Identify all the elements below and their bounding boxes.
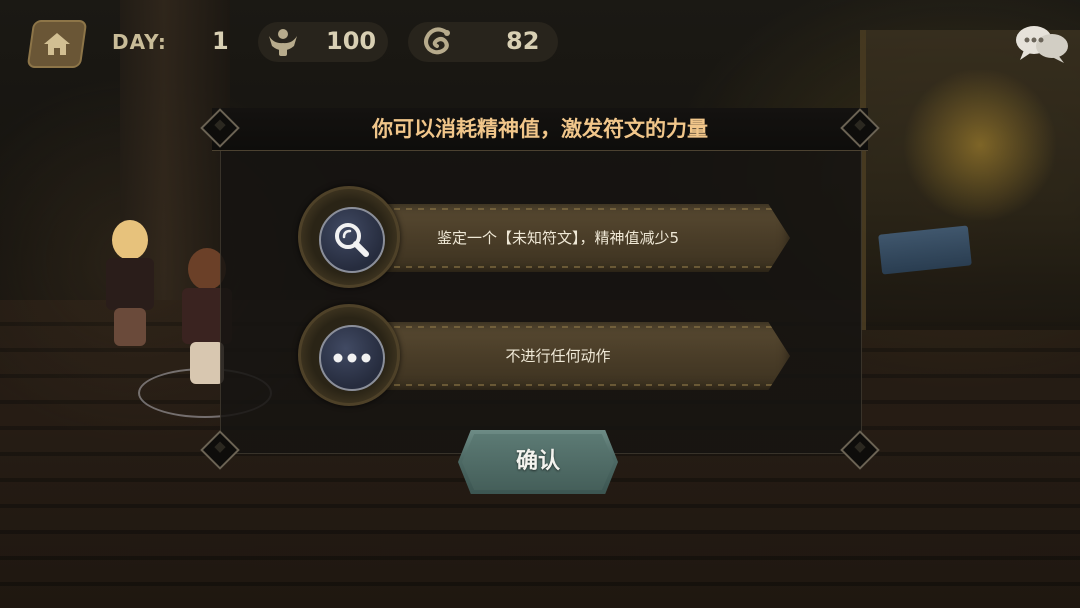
background-books — [878, 225, 972, 275]
character-blonde — [100, 220, 160, 350]
ellipsis-icon — [333, 353, 371, 363]
background-lamp-glow — [900, 70, 1060, 220]
chat-button[interactable] — [1012, 20, 1072, 66]
home-icon — [44, 33, 70, 55]
option-icon-disc — [319, 325, 385, 391]
magnifier-icon — [335, 223, 369, 257]
option-icon-ring — [298, 304, 400, 406]
confirm-button[interactable]: 确认 — [458, 430, 618, 494]
coin-swirl-icon — [424, 27, 450, 55]
option-icon-ring — [298, 186, 400, 288]
dialog-title: 你可以消耗精神值，激发符文的力量 — [372, 117, 708, 141]
option-icon-disc — [319, 207, 385, 273]
option-do-nothing[interactable]: 不进行任何动作 — [298, 304, 798, 406]
day-value: 1 — [212, 27, 229, 55]
spirit-value: 100 — [326, 27, 377, 55]
option-label: 鉴定一个【未知符文】，精神值减少5 — [436, 229, 680, 247]
chat-bubbles-icon — [1016, 26, 1068, 63]
option-identify-rune[interactable]: 鉴定一个【未知符文】，精神值减少5 — [298, 186, 798, 288]
top-hud: DAY: 1 100 82 — [0, 0, 1080, 90]
home-button[interactable] — [26, 20, 88, 68]
option-label: 不进行任何动作 — [505, 347, 611, 365]
confirm-button-label: 确认 — [515, 449, 560, 474]
coin-value: 82 — [506, 27, 540, 55]
day-label: DAY: — [112, 30, 167, 54]
dialog-title-bar: 你可以消耗精神值，激发符文的力量 — [212, 108, 868, 151]
spirit-figure-icon — [269, 29, 297, 56]
